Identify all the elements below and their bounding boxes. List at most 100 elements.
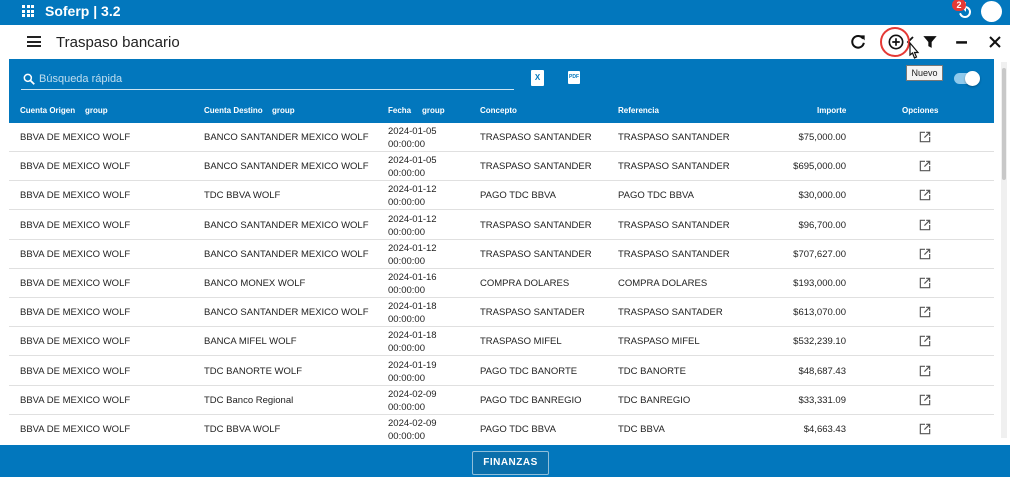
- cell-importe: $707,627.00: [793, 248, 846, 260]
- cell-concepto: PAGO TDC BANORTE: [480, 365, 578, 377]
- scrollbar[interactable]: [1001, 62, 1007, 438]
- open-in-new-icon[interactable]: [918, 334, 932, 348]
- avatar[interactable]: [981, 1, 1002, 22]
- cell-fecha: 2024-01-18 00:00:00: [388, 329, 437, 355]
- column-group-destino[interactable]: group: [272, 106, 295, 115]
- table-row[interactable]: BBVA DE MEXICO WOLF TDC Banco Regional 202…: [9, 386, 994, 415]
- view-toggle[interactable]: [954, 71, 980, 86]
- page-title: Traspaso bancario: [56, 34, 180, 51]
- table-row[interactable]: BBVA DE MEXICO WOLF BANCO SANTANDER MEXIC…: [9, 152, 994, 182]
- cell-concepto: COMPRA DOLARES: [480, 278, 570, 289]
- cell-referencia: TRASPASO SANTADER: [618, 307, 723, 319]
- cell-fecha-time: 00:00:00: [388, 314, 425, 326]
- cell-fecha: 2024-01-05 00:00:00: [388, 125, 437, 151]
- open-in-new-icon[interactable]: [918, 130, 932, 144]
- open-in-new-icon[interactable]: [918, 276, 932, 290]
- cell-destino: BANCO SANTANDER MEXICO WOLF: [204, 219, 369, 231]
- open-in-new-icon[interactable]: [918, 364, 932, 378]
- table-row[interactable]: BBVA DE MEXICO WOLF BANCO SANTANDER MEXIC…: [9, 211, 994, 240]
- open-in-new-icon[interactable]: [918, 159, 932, 173]
- grid-toolbar: X PDF Cuenta Origen group Cuenta Destino…: [9, 59, 994, 123]
- cell-fecha: 2024-01-12 00:00:00: [388, 213, 437, 239]
- open-in-new-icon[interactable]: [918, 188, 932, 202]
- cell-destino: TDC Banco Regional: [204, 394, 294, 406]
- pdf-export-icon[interactable]: PDF: [568, 71, 580, 84]
- column-header-concepto[interactable]: Concepto: [480, 106, 517, 115]
- cell-referencia: TRASPASO SANTANDER: [618, 248, 730, 260]
- cell-fecha-time: 00:00:00: [388, 226, 425, 238]
- table-row[interactable]: BBVA DE MEXICO WOLF TDC BBVA WOLF 2024-02-…: [9, 415, 994, 442]
- cell-referencia: TDC BBVA: [618, 424, 665, 435]
- hamburger-menu-icon[interactable]: [27, 36, 41, 47]
- cell-fecha-date: 2024-01-18: [388, 330, 437, 342]
- cell-origen: BBVA DE MEXICO WOLF: [20, 219, 131, 231]
- cell-concepto: TRASPASO SANTANDER: [480, 219, 592, 231]
- cell-referencia: TRASPASO SANTANDER: [618, 219, 730, 231]
- cell-origen: BBVA DE MEXICO WOLF: [20, 424, 131, 435]
- cell-origen: BBVA DE MEXICO WOLF: [20, 190, 131, 202]
- cell-referencia: TRASPASO MIFEL: [618, 336, 700, 348]
- cell-importe: $96,700.00: [798, 219, 846, 231]
- cell-concepto: PAGO TDC BANREGIO: [480, 394, 582, 406]
- cell-destino: BANCO SANTANDER MEXICO WOLF: [204, 132, 369, 143]
- cell-fecha: 2024-02-09 00:00:00: [388, 417, 437, 442]
- open-in-new-icon[interactable]: [918, 305, 932, 319]
- table-row[interactable]: BBVA DE MEXICO WOLF BANCO SANTANDER MEXIC…: [9, 240, 994, 269]
- column-header-opciones: Opciones: [902, 106, 939, 115]
- grid-panel: X PDF Cuenta Origen group Cuenta Destino…: [9, 59, 994, 442]
- apps-grid-icon[interactable]: [22, 5, 34, 17]
- table-row[interactable]: BBVA DE MEXICO WOLF BANCO SANTANDER MEXIC…: [9, 298, 994, 328]
- cell-importe: $532,239.10: [793, 336, 846, 348]
- finanzas-button[interactable]: FINANZAS: [472, 451, 549, 475]
- cell-fecha-time: 00:00:00: [388, 431, 425, 442]
- open-in-new-icon[interactable]: [918, 218, 932, 232]
- cell-referencia: TDC BANREGIO: [618, 394, 691, 406]
- cell-fecha: 2024-01-05 00:00:00: [388, 154, 437, 180]
- cell-concepto: PAGO TDC BBVA: [480, 190, 557, 202]
- excel-export-icon[interactable]: X: [531, 70, 544, 86]
- cell-destino: TDC BBVA WOLF: [204, 190, 281, 202]
- cell-fecha: 2024-01-19 00:00:00: [388, 359, 437, 385]
- mouse-cursor-icon: [909, 41, 920, 59]
- table-row[interactable]: BBVA DE MEXICO WOLF BANCO SANTANDER MEXIC…: [9, 123, 994, 152]
- column-group-fecha[interactable]: group: [422, 106, 445, 115]
- cell-fecha-date: 2024-02-09: [388, 418, 437, 429]
- cell-importe: $30,000.00: [798, 190, 846, 202]
- column-header-referencia[interactable]: Referencia: [618, 106, 659, 115]
- open-in-new-icon[interactable]: [918, 393, 932, 407]
- table-row[interactable]: BBVA DE MEXICO WOLF BANCO MONEX WOLF 2024-…: [9, 269, 994, 298]
- cell-origen: BBVA DE MEXICO WOLF: [20, 278, 131, 289]
- cell-fecha-time: 00:00:00: [388, 139, 425, 150]
- refresh-icon[interactable]: [848, 32, 868, 52]
- cell-destino: BANCO MONEX WOLF: [204, 278, 306, 289]
- column-group-origen[interactable]: group: [85, 106, 108, 115]
- cell-fecha-date: 2024-01-19: [388, 359, 437, 371]
- column-header-importe[interactable]: Importe: [817, 106, 846, 115]
- table-row[interactable]: BBVA DE MEXICO WOLF BANCA MIFEL WOLF 2024-…: [9, 327, 994, 357]
- cell-importe: $33,331.09: [798, 394, 846, 406]
- cell-concepto: TRASPASO SANTANDER: [480, 248, 592, 260]
- column-header-destino[interactable]: Cuenta Destino: [204, 106, 263, 115]
- cell-fecha-time: 00:00:00: [388, 401, 425, 413]
- cell-importe: $193,000.00: [793, 278, 846, 289]
- open-in-new-icon[interactable]: [918, 247, 932, 261]
- cell-importe: $613,070.00: [793, 307, 846, 319]
- cell-importe: $75,000.00: [798, 132, 846, 143]
- footer-bar: FINANZAS: [0, 445, 1010, 477]
- cell-origen: BBVA DE MEXICO WOLF: [20, 336, 131, 348]
- minimize-icon[interactable]: [952, 32, 972, 52]
- table-row[interactable]: BBVA DE MEXICO WOLF TDC BANORTE WOLF 2024-…: [9, 357, 994, 386]
- cell-referencia: TRASPASO SANTANDER: [618, 161, 730, 173]
- cell-origen: BBVA DE MEXICO WOLF: [20, 248, 131, 260]
- column-header-fecha[interactable]: Fecha: [388, 106, 411, 115]
- cell-origen: BBVA DE MEXICO WOLF: [20, 365, 131, 377]
- close-icon[interactable]: [985, 32, 1005, 52]
- search-input[interactable]: [39, 71, 509, 87]
- cell-fecha-time: 00:00:00: [388, 255, 425, 267]
- column-header-origen[interactable]: Cuenta Origen: [20, 106, 75, 115]
- open-in-new-icon[interactable]: [918, 422, 932, 436]
- cell-destino: TDC BBVA WOLF: [204, 424, 281, 435]
- table-row[interactable]: BBVA DE MEXICO WOLF TDC BBVA WOLF 2024-01-…: [9, 181, 994, 211]
- tooltip-nuevo: Nuevo: [906, 65, 943, 81]
- cell-fecha: 2024-01-12 00:00:00: [388, 183, 437, 209]
